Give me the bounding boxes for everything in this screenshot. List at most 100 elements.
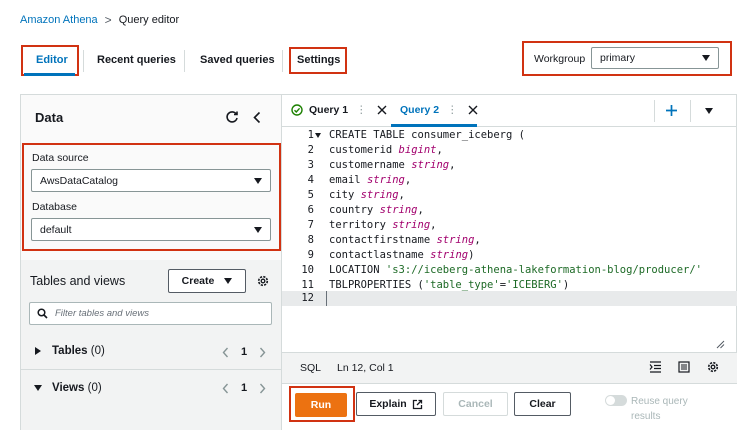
tab-separator (184, 50, 185, 72)
code-punct: ) (468, 249, 475, 261)
gear-icon[interactable] (256, 274, 270, 288)
shortcuts-icon[interactable] (678, 361, 690, 373)
code-column-name: territory (329, 219, 393, 231)
line-number: 1 (307, 129, 314, 141)
line-number: 8 (307, 234, 314, 246)
fold-icon[interactable] (315, 133, 321, 138)
code-line: contactlastname string) (329, 249, 474, 261)
tables-views-title: Tables and views (30, 274, 126, 288)
views-count: (0) (87, 382, 102, 394)
tab-query-1[interactable]: Query 1 ⋮ (291, 104, 387, 116)
code-type: string (379, 204, 418, 216)
code-type: string (430, 249, 469, 261)
code-type: string (411, 159, 450, 171)
tab-saved-queries[interactable]: Saved queries (200, 54, 275, 66)
reuse-results-line2: results (631, 411, 661, 422)
cursor-position: Ln 12, Col 1 (337, 362, 394, 374)
more-options-icon[interactable]: ⋮ (447, 104, 458, 116)
collapse-panel-icon[interactable] (252, 111, 262, 124)
language-indicator: SQL (300, 362, 322, 374)
active-tab-underline (24, 73, 75, 76)
breadcrumb-root-link[interactable]: Amazon Athena (20, 14, 98, 26)
clear-button[interactable]: Clear (514, 392, 571, 416)
views-page-number: 1 (241, 382, 248, 394)
tab-separator (282, 50, 283, 72)
format-query-icon[interactable] (649, 361, 662, 373)
add-query-icon[interactable] (665, 104, 678, 117)
code-line: LOCATION 's3://iceberg-athena-lakeformat… (329, 264, 702, 276)
code-line: CREATE TABLE consumer_iceberg ( (329, 129, 525, 141)
data-panel-title: Data (35, 110, 64, 125)
tab-editor[interactable]: Editor (36, 54, 68, 66)
chevron-right-icon[interactable] (259, 347, 266, 358)
line-number: 4 (307, 174, 314, 186)
query-1-label: Query 1 (309, 104, 349, 116)
views-tree-label-wrap: Views (0) (52, 382, 102, 394)
caret-down-icon (224, 278, 233, 284)
line-number: 3 (307, 159, 314, 171)
code-type: string (392, 219, 431, 231)
views-tree-item[interactable]: Views (0) (34, 382, 102, 394)
chevron-down-icon[interactable] (705, 108, 713, 114)
explain-button[interactable]: Explain (356, 392, 436, 416)
line-number: 2 (307, 144, 314, 156)
code-column-name: customername (329, 159, 412, 171)
more-options-icon[interactable]: ⋮ (356, 104, 367, 116)
run-button[interactable]: Run (295, 393, 347, 417)
code-punct: , (398, 189, 405, 201)
resize-handle-icon[interactable] (716, 340, 725, 349)
code-line: country string, (329, 204, 424, 216)
tab-recent-queries[interactable]: Recent queries (97, 54, 176, 66)
data-source-label: Data source (32, 152, 89, 164)
filter-tables-input[interactable]: Filter tables and views (29, 302, 272, 325)
data-source-value: AwsDataCatalog (40, 174, 119, 187)
external-link-icon (412, 399, 422, 409)
tab-separator (690, 100, 691, 122)
code-string: 'table_type' (423, 279, 500, 291)
database-select[interactable]: default (31, 218, 271, 241)
code-line: contactfirstname string, (329, 234, 481, 246)
data-source-select[interactable]: AwsDataCatalog (31, 169, 271, 192)
code-punct: , (417, 204, 424, 216)
reuse-results-toggle[interactable] (605, 395, 627, 406)
breadcrumb-separator: > (104, 13, 112, 27)
code-keyword: TBLPROPERTIES ( (329, 279, 424, 291)
code-line: territory string, (329, 219, 436, 231)
reuse-results-label: Reuse query results (631, 394, 701, 424)
code-keyword: LOCATION (329, 264, 386, 276)
caret-down-icon (254, 177, 262, 184)
code-type: string (436, 234, 475, 246)
refresh-icon[interactable] (225, 110, 239, 124)
line-number: 6 (307, 204, 314, 216)
cancel-button[interactable]: Cancel (443, 392, 508, 416)
code-punct: ) (562, 279, 570, 291)
workgroup-value: primary (600, 52, 636, 64)
close-icon[interactable] (468, 105, 478, 115)
editor-settings-gear-icon[interactable] (706, 360, 720, 374)
chevron-left-icon[interactable] (222, 383, 229, 394)
tab-query-2[interactable]: Query 2 ⋮ (400, 104, 478, 116)
tab-separator (654, 100, 655, 122)
explain-button-label: Explain (369, 398, 407, 410)
caret-down-icon (254, 226, 262, 233)
code-column-name: customerid (329, 144, 399, 156)
filter-placeholder: Filter tables and views (55, 308, 149, 319)
tables-tree-item[interactable]: Tables (0) (35, 345, 105, 357)
code-column-name: contactfirstname (329, 234, 437, 246)
line-number: 11 (301, 279, 314, 291)
close-icon[interactable] (377, 105, 387, 115)
code-line: city string, (329, 189, 405, 201)
create-button-label: Create (181, 275, 215, 287)
chevron-right-icon[interactable] (259, 383, 266, 394)
tab-separator (83, 50, 84, 72)
chevron-left-icon[interactable] (222, 347, 229, 358)
line-number: 12 (301, 292, 314, 304)
views-label: Views (52, 382, 85, 394)
create-button[interactable]: Create (168, 269, 246, 293)
collapse-icon (34, 385, 42, 391)
tab-settings[interactable]: Settings (297, 54, 340, 66)
code-line: TBLPROPERTIES ('table_type'='ICEBERG') (329, 279, 569, 291)
expand-icon (35, 347, 41, 355)
workgroup-select[interactable]: primary (591, 47, 719, 69)
code-column-name: city (329, 189, 361, 201)
